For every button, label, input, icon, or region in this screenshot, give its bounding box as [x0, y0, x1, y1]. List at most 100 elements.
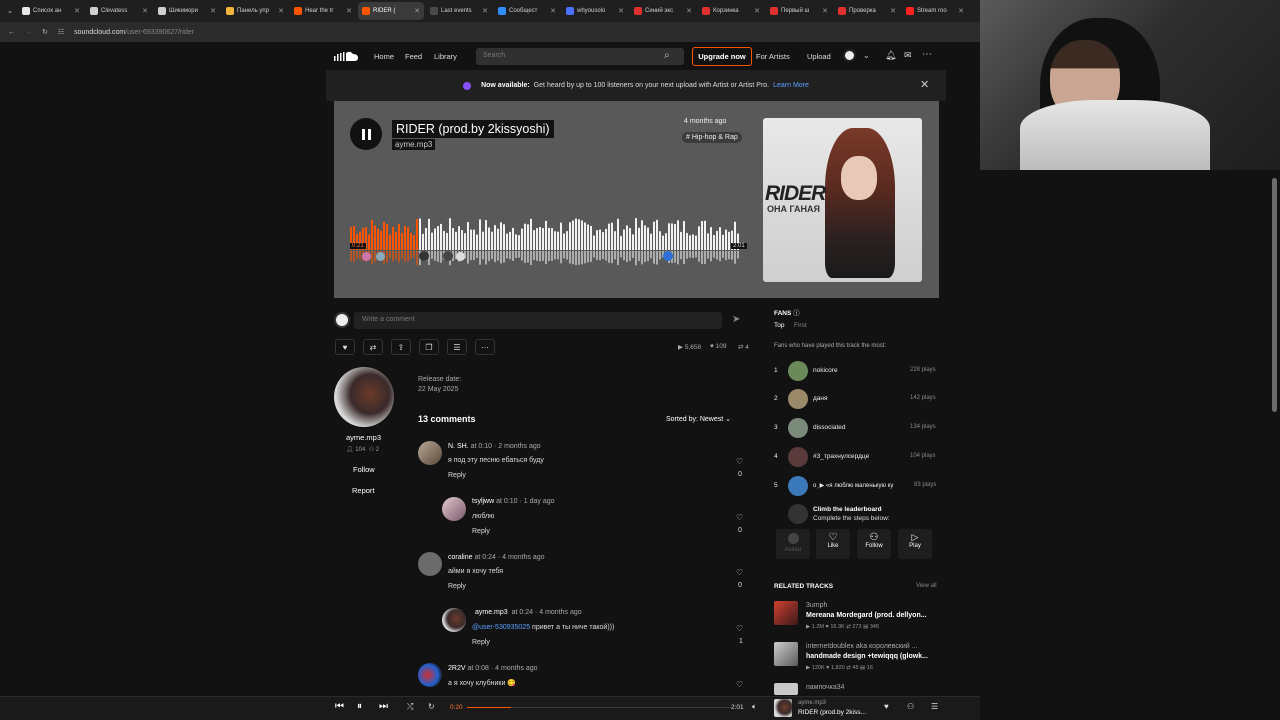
comment-like-icon[interactable]: ♡ [736, 513, 743, 522]
player-track-thumb[interactable] [774, 699, 792, 717]
waveform-comment-avatar[interactable] [456, 252, 465, 261]
browser-tab[interactable]: Корзинка ✕ [698, 2, 764, 20]
shuffle-icon[interactable]: ⤮ [407, 702, 413, 712]
soundcloud-logo-icon[interactable] [334, 50, 358, 62]
related-track-thumb[interactable] [774, 683, 798, 695]
tab-close-icon[interactable]: ✕ [210, 7, 216, 15]
reload-icon[interactable]: ↻ [42, 28, 48, 36]
related-view-all-link[interactable]: View all [916, 583, 937, 589]
user-avatar[interactable] [843, 49, 856, 62]
tab-close-icon[interactable]: ✕ [822, 7, 828, 15]
track-cover-art[interactable]: RIDER ОНА ГАНАЯ [763, 118, 922, 282]
waveform-comment-avatar[interactable] [663, 251, 673, 261]
step-follow-button[interactable]: ⚇ Follow [857, 529, 891, 559]
comment-avatar[interactable] [418, 441, 442, 465]
messages-envelope-icon[interactable]: ✉ [904, 50, 912, 61]
tab-close-icon[interactable]: ✕ [346, 7, 352, 15]
comment-mention-link[interactable]: @user-530935025 [472, 624, 530, 631]
browser-tab[interactable]: Проверка ✕ [834, 2, 900, 20]
comments-sort-dropdown[interactable]: Sorted by: Newest ⌄ [666, 415, 731, 423]
related-track-artist[interactable]: 3umph [806, 602, 827, 609]
tab-search-chevron-icon[interactable]: ⌄ [4, 7, 16, 15]
volume-icon[interactable]: 🔈︎ [752, 702, 757, 712]
reply-button[interactable]: Reply [472, 528, 490, 535]
step-play-button[interactable]: ▷ Play [898, 529, 932, 559]
reply-button[interactable]: Reply [448, 583, 466, 590]
like-button[interactable]: ♥ [335, 339, 355, 355]
banner-close-icon[interactable]: ✕ [920, 78, 929, 91]
waveform-comment-avatar[interactable] [362, 252, 371, 261]
nav-home[interactable]: Home [374, 52, 394, 61]
player-follow-icon[interactable]: ⚇ [907, 702, 914, 711]
tab-close-icon[interactable]: ✕ [618, 7, 624, 15]
player-like-icon[interactable]: ♥ [884, 702, 889, 711]
tab-close-icon[interactable]: ✕ [482, 7, 488, 15]
reply-button[interactable]: Reply [472, 639, 490, 646]
browser-tab[interactable]: Last events ✕ [426, 2, 492, 20]
nav-feed[interactable]: Feed [405, 52, 422, 61]
comment-user[interactable]: 2R2V [448, 665, 466, 672]
comment-like-icon[interactable]: ♡ [736, 457, 743, 466]
forward-icon[interactable]: → [25, 29, 32, 36]
copy-link-button[interactable]: ❐ [419, 339, 439, 355]
search-input[interactable]: Search [476, 48, 684, 65]
comment-timestamp[interactable]: 0:24 [482, 554, 496, 561]
search-icon[interactable]: ⌕ [664, 50, 670, 61]
comment-timestamp[interactable]: 0:10 [504, 498, 518, 505]
info-icon[interactable]: ⓘ [793, 310, 800, 317]
tab-close-icon[interactable]: ✕ [686, 7, 692, 15]
tab-close-icon[interactable]: ✕ [74, 7, 80, 15]
add-to-playlist-button[interactable]: ☰ [447, 339, 467, 355]
reply-button[interactable]: Reply [448, 472, 466, 479]
related-track-thumb[interactable] [774, 642, 798, 666]
waveform[interactable] [350, 214, 742, 266]
next-track-icon[interactable]: ⏭︎ [379, 701, 388, 712]
tab-close-icon[interactable]: ✕ [414, 7, 420, 15]
browser-tab[interactable]: whyousolo ✕ [562, 2, 628, 20]
more-actions-button[interactable]: ⋯ [475, 339, 495, 355]
comment-user[interactable]: coraline [448, 554, 473, 561]
back-icon[interactable]: ← [8, 29, 15, 36]
uploader-avatar[interactable] [334, 367, 394, 427]
comment-timestamp[interactable]: 0:24 [519, 609, 533, 616]
comment-timestamp[interactable]: 0:10 [478, 443, 492, 450]
fan-avatar[interactable] [788, 361, 808, 381]
player-pause-icon[interactable]: ⏸︎ [357, 701, 362, 712]
fan-avatar[interactable] [788, 418, 808, 438]
browser-tab[interactable]: Шикимори ✕ [154, 2, 220, 20]
step-like-button[interactable]: ♡ Like [816, 529, 850, 559]
comment-user[interactable]: N. SH. [448, 443, 469, 450]
browser-tab[interactable]: RIDER (✕ [358, 2, 424, 20]
fan-name[interactable]: o ̗̀ ▶ «я люблю маленькую ку [813, 482, 909, 489]
nav-upload[interactable]: Upload [807, 52, 831, 61]
comment-user[interactable]: tsyljww [472, 498, 494, 505]
fan-name[interactable]: dissociated [813, 424, 846, 431]
comment-input[interactable]: Write a comment [354, 312, 722, 329]
comment-avatar[interactable] [442, 497, 466, 521]
browser-tab[interactable]: Clevatess ✕ [86, 2, 152, 20]
more-menu-icon[interactable]: ⋯ [922, 49, 932, 60]
tab-close-icon[interactable]: ✕ [550, 7, 556, 15]
related-track-artist[interactable]: пампочка34 [806, 684, 845, 691]
fans-tab-first[interactable]: First [794, 322, 807, 329]
share-button[interactable]: ⇪ [391, 339, 411, 355]
send-comment-icon[interactable]: ➤ [732, 314, 740, 325]
tab-close-icon[interactable]: ✕ [754, 7, 760, 15]
genre-tag[interactable]: # Hip-hop & Rap [682, 132, 742, 143]
comment-user[interactable]: ayme.mp3 [475, 609, 508, 616]
fan-avatar[interactable] [788, 389, 808, 409]
nav-library[interactable]: Library [434, 52, 457, 61]
comment-like-icon[interactable]: ♡ [736, 568, 743, 577]
comment-timestamp[interactable]: 0:08 [475, 665, 489, 672]
fan-avatar[interactable] [788, 476, 808, 496]
player-artist[interactable]: ayme.mp3 [798, 700, 826, 706]
queue-icon[interactable]: ☰ [931, 702, 938, 711]
waveform-comment-avatar[interactable] [443, 251, 453, 261]
upgrade-button[interactable]: Upgrade now [692, 47, 752, 66]
browser-tab[interactable]: Stream roo ✕ [902, 2, 968, 20]
related-track-title[interactable]: handmade design +tewiqqq (glowk... [806, 653, 928, 660]
tab-close-icon[interactable]: ✕ [142, 7, 148, 15]
notifications-bell-icon[interactable]: 🔔︎ [885, 50, 896, 61]
fan-avatar[interactable] [788, 447, 808, 467]
banner-learn-more-link[interactable]: Learn More [773, 82, 809, 89]
